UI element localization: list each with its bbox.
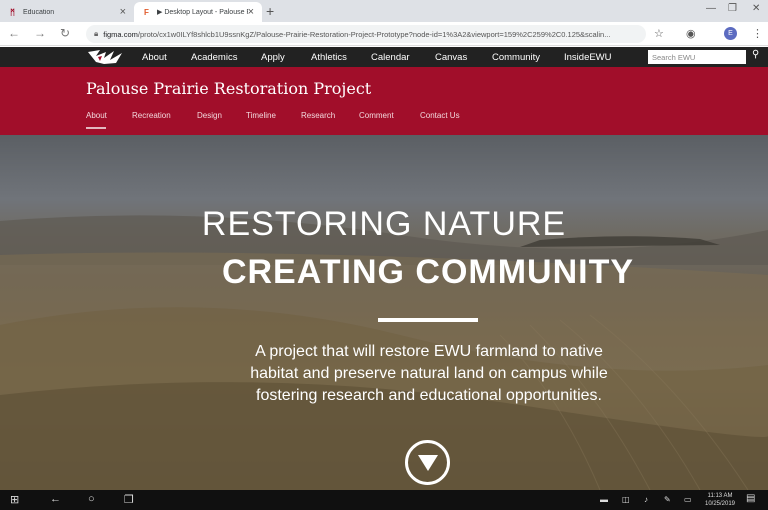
profile-avatar[interactable]: E: [724, 27, 737, 40]
close-tab-icon[interactable]: ×: [248, 6, 254, 18]
keyboard-icon[interactable]: ▭: [684, 495, 692, 504]
ewu-eagle-logo-icon[interactable]: [86, 48, 126, 66]
subnav-design[interactable]: Design: [197, 111, 222, 120]
tab-education[interactable]: ᛗ Education ×: [0, 2, 134, 22]
lock-icon: 🔒︎: [94, 29, 99, 38]
nav-athletics[interactable]: Athletics: [311, 52, 371, 63]
browser-menu-icon[interactable]: ⋮: [752, 27, 763, 40]
new-tab-button[interactable]: +: [266, 3, 274, 19]
address-bar[interactable]: 🔒︎ figma.com /proto/cx1w0ILYf8shlcb1U9ss…: [86, 25, 646, 43]
hero-desc-line: A project that will restore EWU farmland…: [255, 343, 603, 360]
nav-insideewu[interactable]: InsideEWU: [564, 52, 634, 63]
windows-start-icon[interactable]: ⊞: [10, 493, 19, 506]
tab-title: ▶ Desktop Layout - Palouse P: [157, 9, 248, 16]
nav-canvas[interactable]: Canvas: [435, 52, 492, 63]
system-clock[interactable]: 11:13 AM 10/25/2019: [700, 492, 740, 508]
prairie-landscape-background: [0, 215, 768, 490]
maximize-icon[interactable]: ❐: [728, 3, 737, 14]
back-icon[interactable]: ←: [50, 493, 61, 505]
web-page: About Academics Apply Athletics Calendar…: [0, 47, 768, 490]
browser-tab-strip: ᛗ Education × F ▶ Desktop Layout - Palou…: [0, 0, 768, 22]
bookmark-star-icon[interactable]: ☆: [654, 27, 664, 40]
network-icon[interactable]: ◫: [622, 495, 630, 504]
hero-section: RESTORING NATURE CREATING COMMUNITY A pr…: [0, 135, 768, 490]
search-input[interactable]: Search EWU: [648, 50, 746, 64]
figma-icon: F: [144, 7, 149, 17]
ewu-top-nav: About Academics Apply Athletics Calendar…: [0, 47, 768, 67]
windows-taskbar: ⊞ ← ○ ❐ ▬ ◫ ♪ ✎ ▭ 11:13 AM 10/25/2019 ▤: [0, 490, 768, 510]
subnav-comment[interactable]: Comment: [359, 111, 394, 120]
hero-desc-line: fostering research and educational oppor…: [256, 387, 602, 404]
close-window-icon[interactable]: ✕: [752, 3, 760, 14]
tab-title: Education: [23, 8, 55, 16]
hero-desc-line: habitat and preserve natural land on cam…: [250, 365, 608, 382]
notifications-icon[interactable]: ▤: [746, 493, 755, 504]
tray-icon[interactable]: ▬: [600, 495, 608, 504]
address-host: figma.com: [103, 29, 138, 39]
tab-figma-prototype[interactable]: F ▶ Desktop Layout - Palouse P ×: [134, 2, 262, 22]
nav-community[interactable]: Community: [492, 52, 564, 63]
search-circle-icon[interactable]: ○: [88, 493, 95, 505]
subnav-recreation[interactable]: Recreation: [132, 111, 171, 120]
nav-about[interactable]: About: [142, 52, 191, 63]
close-tab-icon[interactable]: ×: [120, 6, 126, 18]
nav-academics[interactable]: Academics: [191, 52, 261, 63]
clock-time: 11:13 AM: [707, 493, 733, 499]
nav-calendar[interactable]: Calendar: [371, 52, 435, 63]
subnav-contact-us[interactable]: Contact Us: [420, 111, 460, 120]
forward-icon[interactable]: →: [34, 26, 46, 40]
reload-icon[interactable]: ↻: [60, 26, 70, 40]
browser-toolbar: ← → ↻ 🔒︎ figma.com /proto/cx1w0ILYf8shlc…: [0, 22, 768, 46]
project-banner: Palouse Prairie Restoration Project Abou…: [0, 67, 768, 135]
subnav-research[interactable]: Research: [301, 111, 335, 120]
subnav-about[interactable]: About: [86, 111, 107, 120]
minimize-icon[interactable]: —: [706, 3, 716, 14]
address-path: /proto/cx1w0ILYf8shlcb1U9ssnKgZ/Palouse-…: [137, 29, 611, 39]
search-icon[interactable]: ⚲: [752, 49, 759, 60]
ewu-logo-icon: ᛗ: [10, 7, 15, 17]
page-title: Palouse Prairie Restoration Project: [86, 79, 372, 98]
back-icon[interactable]: ←: [8, 26, 20, 40]
hero-heading-line1: RESTORING NATURE: [201, 205, 567, 243]
subnav-timeline[interactable]: Timeline: [246, 111, 276, 120]
pen-icon[interactable]: ✎: [664, 495, 671, 504]
down-arrow-icon: [417, 454, 438, 471]
volume-icon[interactable]: ♪: [644, 495, 648, 504]
nav-apply[interactable]: Apply: [261, 52, 311, 63]
clock-date: 10/25/2019: [704, 501, 736, 507]
extension-icon[interactable]: ◉: [686, 27, 696, 40]
hero-description: A project that will restore EWU farmland…: [214, 341, 644, 407]
hero-heading-line2: CREATING COMMUNITY: [221, 253, 635, 291]
active-tab-indicator: [86, 127, 106, 129]
hero-divider: [378, 318, 478, 322]
scroll-down-button[interactable]: [405, 440, 450, 485]
task-view-icon[interactable]: ❐: [124, 493, 134, 506]
